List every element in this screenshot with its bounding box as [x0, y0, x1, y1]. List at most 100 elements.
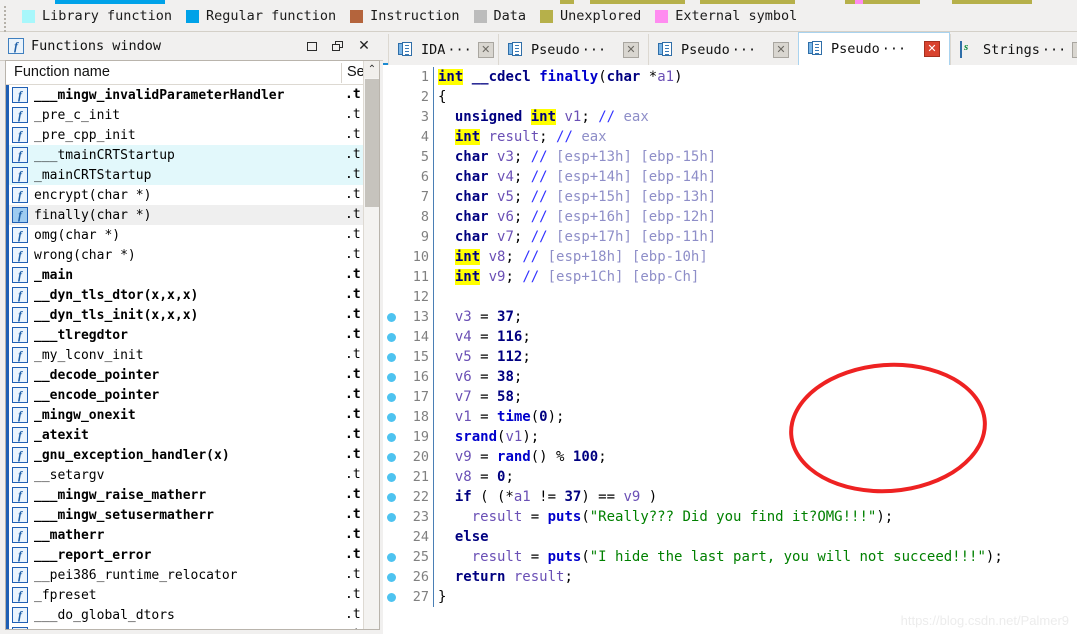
function-list-item[interactable]: f __dyn_tls_init(x,x,x) .t — [6, 305, 365, 325]
breakpoint-dot[interactable] — [387, 493, 396, 502]
code-line[interactable]: 26 return result; — [383, 567, 1077, 587]
code-line[interactable]: 5 char v3; // [esp+13h] [ebp-15h] — [383, 147, 1077, 167]
code-gutter-line — [433, 147, 434, 167]
pseudocode-view[interactable]: 1 int __cdecl finally(char *a1) 2{3 unsign… — [383, 65, 1077, 634]
function-list-item[interactable]: f __setargv .t — [6, 465, 365, 485]
function-list-item[interactable]: f _atexit .t — [6, 425, 365, 445]
functions-list-scrollbar[interactable]: ⌃ — [363, 61, 379, 629]
function-list-item[interactable]: f ___report_error .t — [6, 545, 365, 565]
code-line[interactable]: 17 v7 = 58; — [383, 387, 1077, 407]
function-list-item[interactable]: f _my_lconv_init .t — [6, 345, 365, 365]
restore-icon[interactable] — [325, 36, 351, 56]
function-list-item[interactable]: f ___tlregdtor .t — [6, 325, 365, 345]
code-line[interactable]: 18 v1 = time(0); — [383, 407, 1077, 427]
code-line[interactable]: 10 int v8; // [esp+18h] [ebp-10h] — [383, 247, 1077, 267]
tab-close-icon[interactable]: ✕ — [773, 41, 789, 58]
function-list-item[interactable]: f finally(char *) .t — [6, 205, 365, 225]
function-list-item[interactable]: f omg(char *) .t — [6, 225, 365, 245]
close-icon[interactable]: ✕ — [351, 36, 377, 56]
tab-close-icon[interactable]: ✕ — [623, 41, 639, 58]
code-line[interactable]: 3 unsigned int v1; // eax — [383, 107, 1077, 127]
tab-pseudo[interactable]: Pseudo ··· ✕ — [798, 32, 950, 65]
breakpoint-dot[interactable] — [387, 373, 396, 382]
function-list-item[interactable]: f ___do_global_ctors .t — [6, 625, 365, 629]
code-line[interactable]: 1 int __cdecl finally(char *a1) — [383, 67, 1077, 87]
breakpoint-dot[interactable] — [387, 573, 396, 582]
breakpoint-dot[interactable] — [387, 313, 396, 322]
column-divider[interactable] — [341, 63, 342, 83]
function-list-item[interactable]: f __dyn_tls_dtor(x,x,x) .t — [6, 285, 365, 305]
code-gutter-line — [433, 587, 434, 607]
code-line[interactable]: 2{ — [383, 87, 1077, 107]
function-list-item[interactable]: f encrypt(char *) .t — [6, 185, 365, 205]
breakpoint-dot[interactable] — [387, 413, 396, 422]
function-list-item[interactable]: f _gnu_exception_handler(x) .t — [6, 445, 365, 465]
breakpoint-dot[interactable] — [387, 473, 396, 482]
code-line[interactable]: 6 char v4; // [esp+14h] [ebp-14h] — [383, 167, 1077, 187]
tab-strings[interactable]: s Strings··· ✕ — [950, 34, 1077, 65]
code-line[interactable]: 12 — [383, 287, 1077, 307]
legend-top-stripe — [952, 0, 1032, 4]
tab-close-icon[interactable]: ✕ — [1072, 41, 1077, 58]
code-line[interactable]: 8 char v6; // [esp+16h] [ebp-12h] — [383, 207, 1077, 227]
function-list-item[interactable]: f __pei386_runtime_relocator .t — [6, 565, 365, 585]
function-list-item[interactable]: f _mingw_onexit .t — [6, 405, 365, 425]
tab-ida[interactable]: IDA ··· ✕ — [388, 34, 498, 65]
legend-drag-grip[interactable] — [3, 4, 8, 36]
function-list-item[interactable]: f _pre_cpp_init .t — [6, 125, 365, 145]
functions-window-titlebar[interactable]: f Functions window ✕ — [0, 32, 383, 61]
code-line[interactable]: 22 if ( (*a1 != 37) == v9 ) — [383, 487, 1077, 507]
code-line[interactable]: 14 v4 = 116; — [383, 327, 1077, 347]
tab-close-icon[interactable]: ✕ — [477, 41, 494, 58]
breakpoint-dot[interactable] — [387, 513, 396, 522]
line-number: 20 — [412, 449, 429, 465]
maximize-icon[interactable] — [299, 36, 325, 56]
legend-swatch-icon — [473, 9, 487, 23]
legend-swatch-icon — [540, 9, 554, 23]
code-line[interactable]: 24 else — [383, 527, 1077, 547]
code-line[interactable]: 20 v9 = rand() % 100; — [383, 447, 1077, 467]
breakpoint-dot[interactable] — [387, 333, 396, 342]
tab-close-icon[interactable]: ✕ — [924, 41, 940, 57]
code-line[interactable]: 11 int v9; // [esp+1Ch] [ebp-Ch] — [383, 267, 1077, 287]
code-line[interactable]: 23 result = puts("Really??? Did you find… — [383, 507, 1077, 527]
breakpoint-dot[interactable] — [387, 393, 396, 402]
tab-pseudo[interactable]: Pseudo ··· ✕ — [498, 34, 648, 65]
breakpoint-dot[interactable] — [387, 593, 396, 602]
function-list-item[interactable]: f ___do_global_dtors .t — [6, 605, 365, 625]
code-line[interactable]: 15 v5 = 112; — [383, 347, 1077, 367]
code-line[interactable]: 4 int result; // eax — [383, 127, 1077, 147]
function-list-item[interactable]: f _pre_c_init .t — [6, 105, 365, 125]
function-list-item[interactable]: f _fpreset .t — [6, 585, 365, 605]
scroll-up-arrow[interactable]: ⌃ — [364, 61, 379, 78]
column-header-function-name[interactable]: Function name — [14, 64, 110, 80]
breakpoint-dot[interactable] — [387, 433, 396, 442]
code-gutter-line — [433, 367, 434, 387]
code-line[interactable]: 16 v6 = 38; — [383, 367, 1077, 387]
breakpoint-dot[interactable] — [387, 553, 396, 562]
code-line[interactable]: 27} — [383, 587, 1077, 607]
function-list-item[interactable]: f ___tmainCRTStartup .t — [6, 145, 365, 165]
row-color-marker — [6, 465, 9, 485]
breakpoint-dot[interactable] — [387, 353, 396, 362]
code-line[interactable]: 9 char v7; // [esp+17h] [ebp-11h] — [383, 227, 1077, 247]
code-line[interactable]: 13 v3 = 37; — [383, 307, 1077, 327]
function-list-item[interactable]: f _mainCRTStartup .t — [6, 165, 365, 185]
code-line[interactable]: 7 char v5; // [esp+15h] [ebp-13h] — [383, 187, 1077, 207]
function-list-item[interactable]: f __decode_pointer .t — [6, 365, 365, 385]
legend-label: External symbol — [675, 8, 798, 24]
function-list-item[interactable]: f ___mingw_setusermatherr .t — [6, 505, 365, 525]
tab-pseudo[interactable]: Pseudo ··· ✕ — [648, 34, 798, 65]
function-list-item[interactable]: f ___mingw_invalidParameterHandler .t — [6, 85, 365, 105]
function-list-item[interactable]: f wrong(char *) .t — [6, 245, 365, 265]
scrollbar-thumb[interactable] — [365, 79, 379, 207]
function-list-item[interactable]: f ___mingw_raise_matherr .t — [6, 485, 365, 505]
function-list-item[interactable]: f _main .t — [6, 265, 365, 285]
code-line[interactable]: 21 v8 = 0; — [383, 467, 1077, 487]
code-line[interactable]: 19 srand(v1); — [383, 427, 1077, 447]
code-line[interactable]: 25 result = puts("I hide the last part, … — [383, 547, 1077, 567]
legend-top-stripe — [855, 0, 863, 4]
function-list-item[interactable]: f __encode_pointer .t — [6, 385, 365, 405]
breakpoint-dot[interactable] — [387, 453, 396, 462]
function-list-item[interactable]: f __matherr .t — [6, 525, 365, 545]
